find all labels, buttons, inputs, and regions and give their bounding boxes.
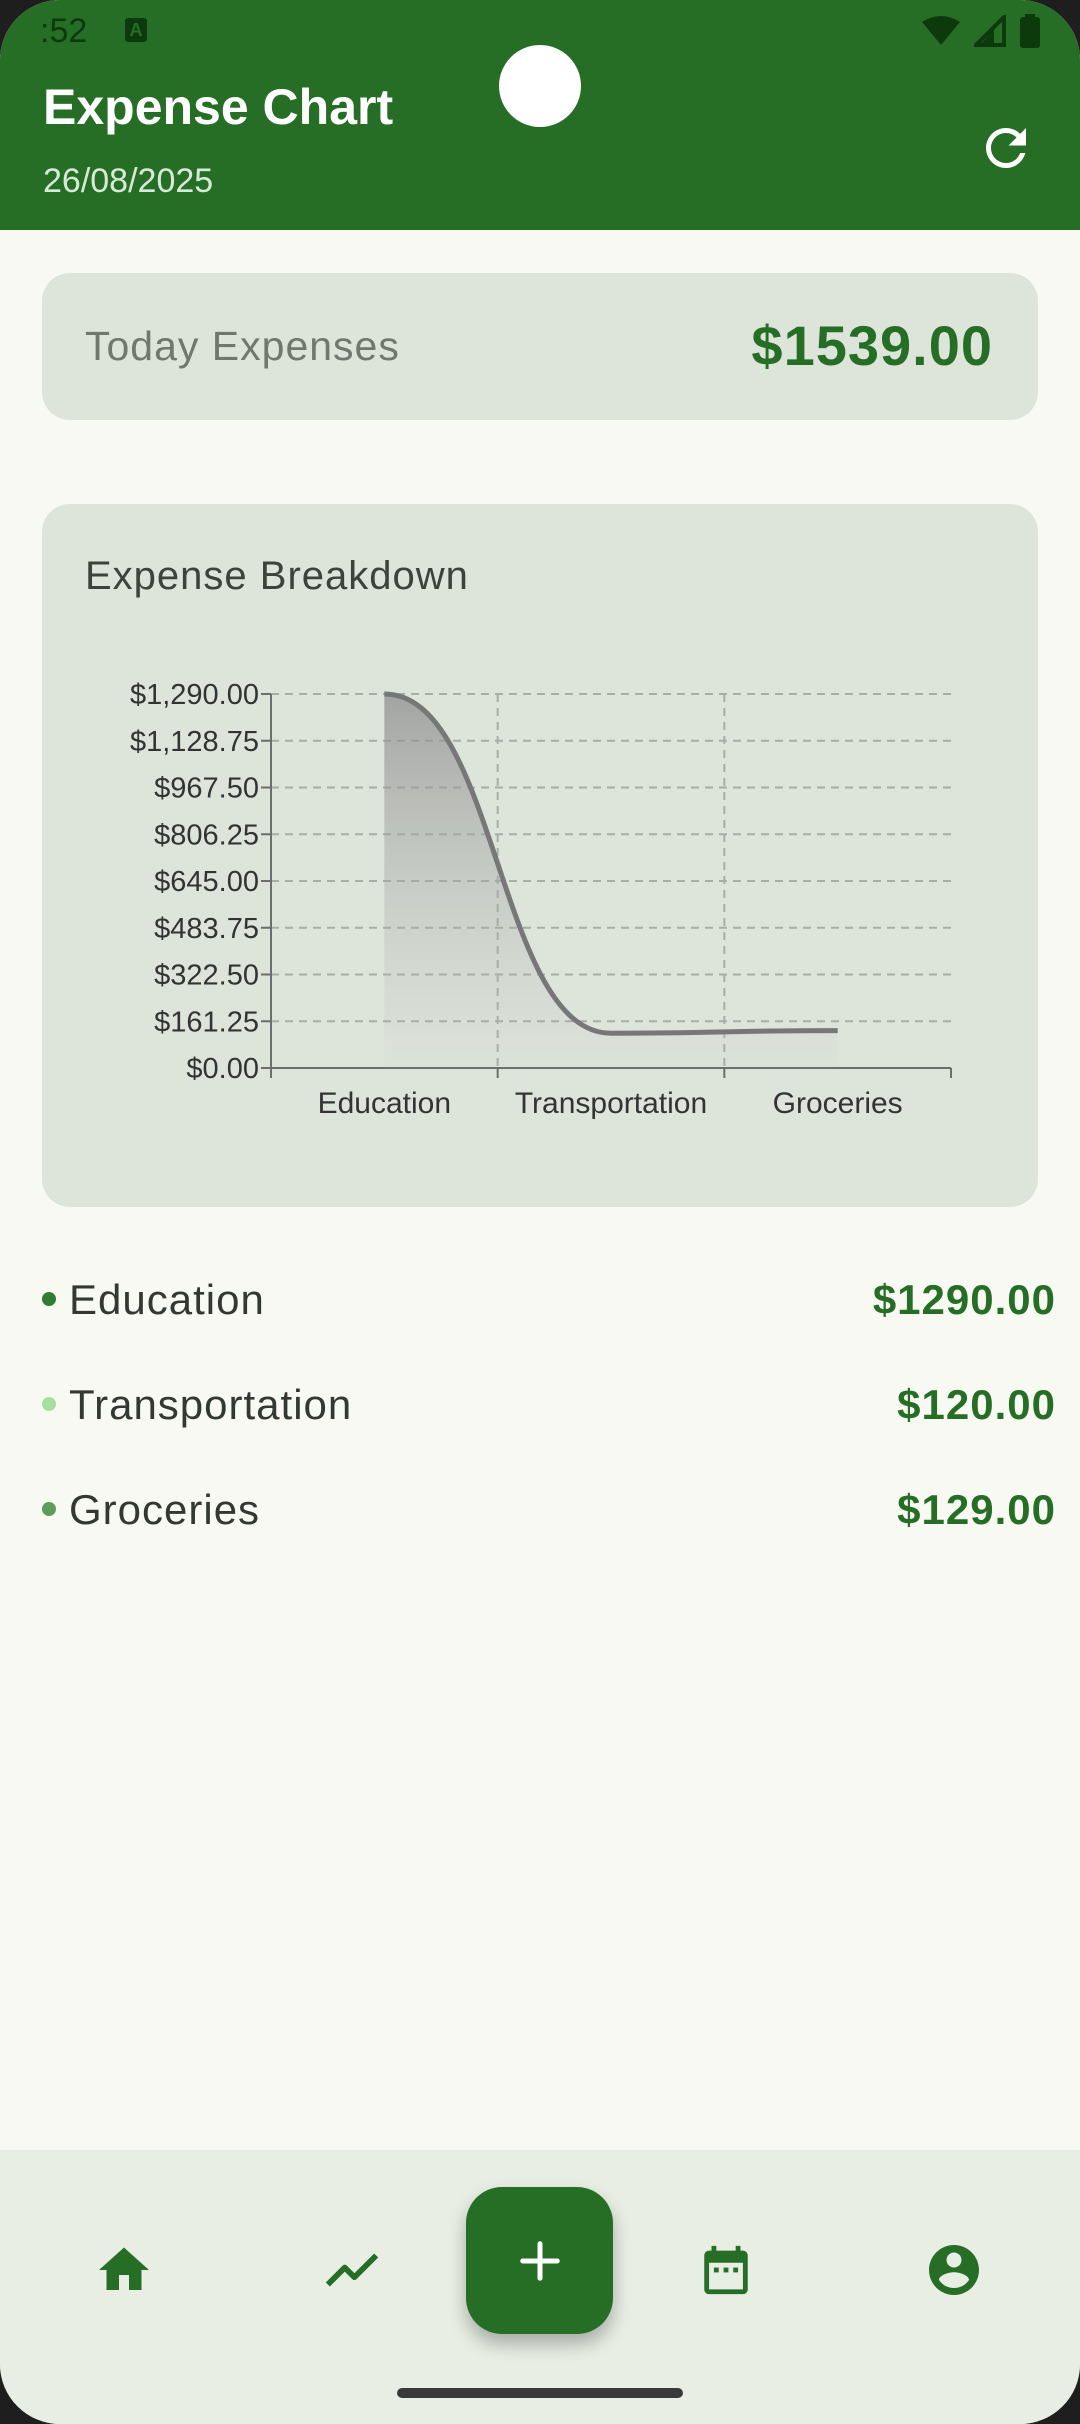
legend-item-groceries[interactable]: Groceries $129.00 — [42, 1480, 1056, 1540]
app-bar: :52 A Expense Chart 26/08/2025 — [0, 0, 1080, 230]
add-expense-button[interactable] — [466, 2187, 613, 2334]
page-title: Expense Chart — [43, 79, 394, 135]
x-tick-label: Transportation — [515, 1087, 707, 1120]
y-tick-label: $322.50 — [154, 960, 259, 992]
nav-trends[interactable] — [312, 2230, 392, 2310]
y-tick-label: $806.25 — [154, 819, 259, 851]
legend-value: $129.00 — [897, 1486, 1056, 1533]
y-tick-label: $967.50 — [154, 773, 259, 805]
status-icons — [922, 14, 1040, 48]
legend-name: Transportation — [69, 1381, 353, 1428]
legend-name: Education — [69, 1276, 265, 1323]
gesture-bar — [397, 2388, 683, 2398]
page-date: 26/08/2025 — [43, 162, 214, 200]
signal-icon — [974, 15, 1006, 47]
x-tick-label: Groceries — [773, 1087, 903, 1120]
legend-dot — [42, 1292, 56, 1306]
legend-dot — [42, 1502, 56, 1516]
legend-item-transportation[interactable]: Transportation $120.00 — [42, 1375, 1056, 1435]
status-time: :52 — [40, 12, 88, 50]
screen: :52 A Expense Chart 26/08/2025 Today Exp… — [0, 0, 1080, 2424]
expense-breakdown-card: Expense Breakdown $0.00 $161.25 $322.50 $48… — [42, 504, 1038, 1207]
y-tick-label: $1,290.00 — [130, 679, 259, 711]
x-tick-label: Education — [318, 1087, 451, 1120]
expense-chart: $0.00 $161.25 $322.50 $483.75 $645.00 $806.25… — [130, 679, 952, 1120]
nav-calendar[interactable] — [686, 2230, 766, 2310]
y-tick-label: $0.00 — [186, 1053, 259, 1085]
refresh-button[interactable] — [976, 118, 1036, 178]
add-icon — [519, 2240, 560, 2281]
account-icon — [929, 2245, 979, 2295]
y-tick-label: $1,128.75 — [130, 726, 259, 758]
calendar-icon — [704, 2245, 748, 2295]
legend-value: $1290.00 — [872, 1276, 1056, 1323]
camera-cutout — [499, 45, 581, 127]
legend-value: $120.00 — [897, 1381, 1056, 1428]
trending-icon — [325, 2253, 379, 2287]
refresh-icon — [986, 128, 1026, 168]
notification-icon: A — [125, 18, 147, 42]
today-expenses-amount: $1539.00 — [751, 314, 993, 377]
battery-icon — [1020, 14, 1040, 48]
today-expenses-label: Today Expenses — [85, 323, 400, 369]
today-expenses-card: Today Expenses $1539.00 — [42, 273, 1038, 420]
y-tick-label: $645.00 — [154, 866, 259, 898]
nav-profile[interactable] — [914, 2230, 994, 2310]
bottom-navigation — [0, 2150, 1080, 2424]
nav-home[interactable] — [84, 2230, 164, 2310]
legend-name: Groceries — [69, 1486, 261, 1533]
y-tick-label: $483.75 — [154, 913, 259, 945]
home-icon — [99, 2247, 149, 2290]
y-tick-label: $161.25 — [154, 1006, 259, 1038]
legend-item-education[interactable]: Education $1290.00 — [42, 1270, 1056, 1330]
wifi-icon — [922, 16, 960, 45]
legend-dot — [42, 1397, 56, 1411]
